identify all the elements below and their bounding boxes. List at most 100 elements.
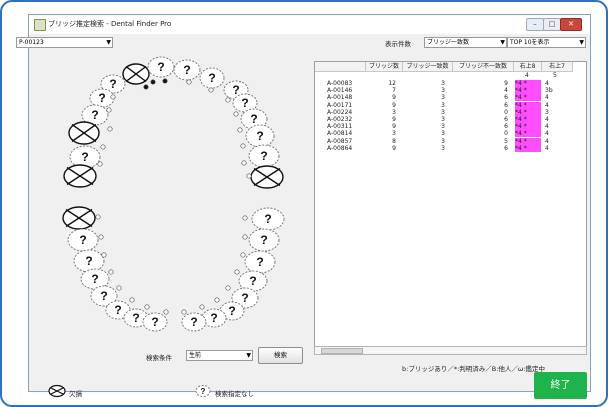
patient-select[interactable]: P-00123 ▼	[16, 37, 113, 48]
grid-cell-id[interactable]: A-00171	[327, 102, 365, 109]
grid-cell-r8[interactable]: *4 *	[515, 144, 541, 152]
missing-tooth-icon[interactable]	[250, 165, 284, 189]
grid-cell-u[interactable]: 9	[453, 80, 508, 87]
grid-cell-u[interactable]: 5	[453, 138, 508, 145]
grid-header-bridge-count[interactable]: ブリッジ数	[366, 62, 403, 72]
grid-cell-m[interactable]: 3	[403, 123, 445, 130]
tooth-unspecified[interactable]: ?	[142, 312, 168, 332]
grid-cell-r8[interactable]: *4 *	[515, 130, 541, 138]
grid-cell-id[interactable]: A-00864	[327, 145, 365, 152]
grid-cell-m[interactable]: 3	[403, 109, 445, 116]
grid-cell-r7[interactable]: 3b	[545, 87, 569, 94]
grid-cell-r7[interactable]: 4	[545, 123, 569, 130]
grid-cell-r8[interactable]: *4 *	[515, 116, 541, 123]
tooth-unspecified[interactable]: ?	[89, 88, 115, 108]
tooth-unspecified[interactable]: ?	[199, 67, 225, 89]
tooth-marker	[163, 309, 169, 315]
tooth-unspecified[interactable]: ?	[245, 124, 275, 148]
grid-cell-m[interactable]: 3	[403, 87, 445, 94]
minimize-button[interactable]: –	[526, 18, 544, 31]
grid-cell-r8[interactable]: *4 *	[515, 123, 541, 131]
grid-cell-id[interactable]: A-00857	[327, 138, 365, 145]
missing-tooth-icon[interactable]	[62, 206, 96, 230]
grid-cell-n[interactable]: 9	[366, 102, 396, 109]
grid-header-upper-right-8[interactable]: 右上8	[514, 62, 542, 72]
tooth-unspecified[interactable]: ?	[244, 250, 276, 274]
tooth-unspecified[interactable]: ?	[67, 228, 99, 252]
grid-cell-r7[interactable]: 4	[545, 145, 569, 152]
grid-cell-m[interactable]: 3	[403, 102, 445, 109]
tooth-unspecified[interactable]: ?	[248, 228, 280, 252]
grid-cell-id[interactable]: A-00232	[327, 116, 365, 123]
grid-header-bridge-mismatch[interactable]: ブリッジ不一致数	[453, 62, 514, 72]
maximize-button[interactable]: □	[543, 18, 561, 31]
sort-select[interactable]: ブリッジ一致数 ▼	[424, 37, 507, 48]
grid-cell-r8[interactable]: *4 *	[515, 94, 541, 102]
grid-cell-id[interactable]: A-00814	[327, 130, 365, 137]
grid-header-blank[interactable]	[315, 62, 366, 72]
grid-cell-id[interactable]: A-00148	[327, 94, 365, 101]
grid-cell-u[interactable]: 6	[453, 94, 508, 101]
grid-cell-n[interactable]: 9	[366, 116, 396, 123]
grid-cell-r8[interactable]: *4 *	[515, 137, 541, 145]
grid-cell-u[interactable]: 0	[453, 109, 508, 116]
scroll-thumb[interactable]	[321, 348, 363, 354]
grid-cell-r8[interactable]: *4 *	[515, 87, 541, 95]
grid-cell-r8[interactable]: *4 *	[515, 101, 541, 109]
grid-cell-n[interactable]: 9	[366, 145, 396, 152]
missing-tooth-icon[interactable]	[68, 121, 100, 145]
grid-cell-r7[interactable]: 4	[545, 130, 569, 137]
grid-cell-n[interactable]: 3	[366, 109, 396, 116]
grid-cell-r7[interactable]: 4	[545, 94, 569, 101]
grid-cell-u[interactable]: 6	[453, 116, 508, 123]
grid-cell-n[interactable]: 9	[366, 94, 396, 101]
grid-cell-id[interactable]: A-00224	[327, 109, 365, 116]
missing-tooth-icon[interactable]	[63, 164, 97, 188]
grid-cell-m[interactable]: 3	[403, 116, 445, 123]
search-button[interactable]: 検索	[258, 347, 303, 364]
grid-cell-r7[interactable]: 4	[545, 116, 569, 123]
grid-cell-r8[interactable]: *4 *	[515, 108, 541, 116]
tooth-unspecified[interactable]: ?	[173, 59, 201, 81]
tooth-unspecified[interactable]: ?	[238, 270, 268, 292]
grid-cell-u[interactable]: 6	[453, 145, 508, 152]
grid-cell-n[interactable]: 12	[366, 80, 396, 87]
grid-cell-r7[interactable]: 4	[545, 80, 569, 87]
grid-cell-id[interactable]: A-00083	[327, 80, 365, 87]
top-select[interactable]: TOP 10を表示 ▼	[507, 37, 586, 48]
grid-cell-r7[interactable]: 4	[545, 138, 569, 145]
tooth-unspecified[interactable]: ?	[181, 312, 207, 332]
grid-cell-id[interactable]: A-00146	[327, 87, 365, 94]
grid-cell-m[interactable]: 3	[403, 94, 445, 101]
search-condition-select[interactable]: 生前 ▼	[186, 350, 253, 361]
close-button[interactable]: ✕	[560, 18, 582, 31]
grid-header-upper-right-7[interactable]: 右上7	[542, 62, 573, 72]
grid-cell-u[interactable]: 6	[453, 102, 508, 109]
grid-cell-m[interactable]: 3	[403, 138, 445, 145]
horizontal-scrollbar[interactable]	[314, 346, 587, 355]
tooth-unspecified[interactable]: ?	[73, 249, 105, 273]
grid-cell-n[interactable]: 8	[366, 138, 396, 145]
grid-cell-r7[interactable]: 3	[545, 109, 569, 116]
tooth-unspecified[interactable]: ?	[69, 145, 101, 169]
grid-cell-n[interactable]: 9	[366, 123, 396, 130]
grid-cell-m[interactable]: 3	[403, 80, 445, 87]
grid-cell-u[interactable]: 0	[453, 130, 508, 137]
grid-cell-m[interactable]: 3	[403, 145, 445, 152]
grid-cell-n[interactable]: 7	[366, 87, 396, 94]
tooth-unspecified[interactable]: ?	[80, 268, 110, 290]
grid-cell-m[interactable]: 3	[403, 130, 445, 137]
grid-header-bridge-match[interactable]: ブリッジ一致数	[403, 62, 453, 72]
grid-cell-r8[interactable]: *4 *	[515, 80, 541, 87]
end-button[interactable]: 終了	[534, 372, 587, 399]
missing-tooth-icon[interactable]	[122, 63, 150, 85]
grid-cell-id[interactable]: A-00311	[327, 123, 365, 130]
tooth-unspecified[interactable]: ?	[147, 56, 175, 78]
tooth-marker	[240, 252, 246, 258]
grid-cell-u[interactable]: 4	[453, 87, 508, 94]
tooth-unspecified[interactable]: ?	[248, 144, 280, 168]
grid-cell-u[interactable]: 6	[453, 123, 508, 130]
tooth-unspecified[interactable]: ?	[251, 207, 285, 231]
grid-cell-n[interactable]: 3	[366, 130, 396, 137]
grid-cell-r7[interactable]: 4	[545, 102, 569, 109]
